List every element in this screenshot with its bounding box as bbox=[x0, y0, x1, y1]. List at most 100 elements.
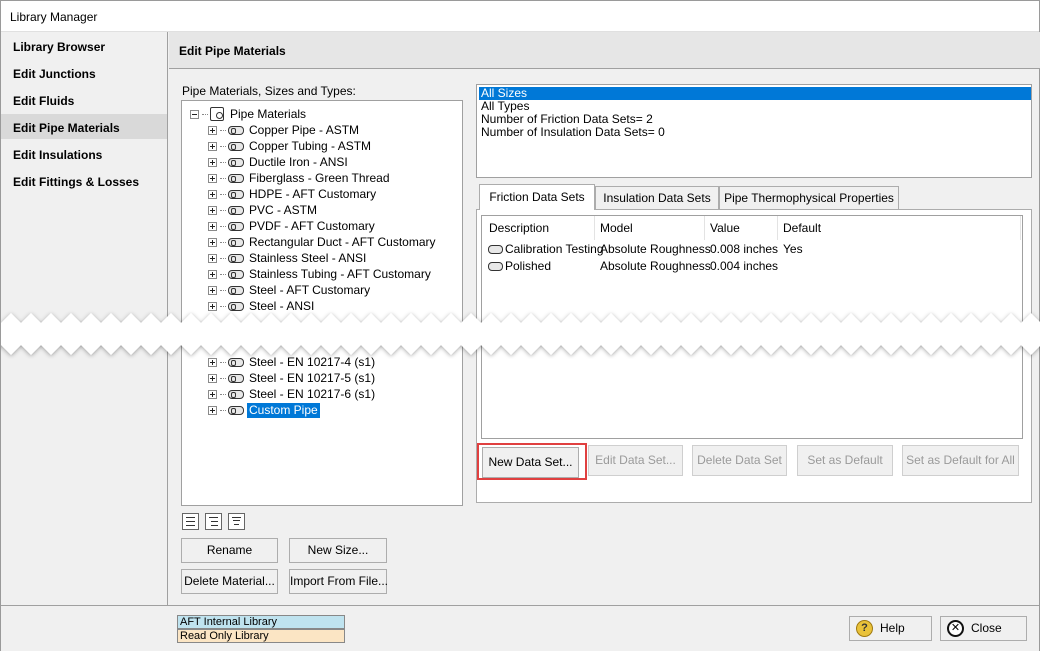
tree-item[interactable]: Steel - ANSI bbox=[208, 298, 316, 314]
row-model: Absolute Roughness bbox=[600, 259, 711, 273]
pipe-icon bbox=[228, 389, 244, 399]
sidebar-item-label: Edit Fluids bbox=[13, 94, 75, 108]
tree-item[interactable]: PVDF - AFT Customary bbox=[208, 218, 377, 234]
sidebar-item-label: Edit Insulations bbox=[13, 148, 103, 162]
sidebar-item-edit-fluids[interactable]: Edit Fluids bbox=[1, 87, 167, 112]
expand-icon[interactable] bbox=[208, 157, 217, 167]
pipe-icon bbox=[228, 205, 244, 215]
tree-item[interactable]: Steel - EN 10217-6 (s1) bbox=[208, 386, 377, 402]
expand-icon[interactable] bbox=[208, 237, 217, 247]
close-icon: ✕ bbox=[947, 620, 964, 637]
column-header-default[interactable]: Default bbox=[783, 221, 821, 235]
expand-icon[interactable] bbox=[208, 221, 217, 231]
cell-text: Polished bbox=[505, 259, 552, 273]
help-button[interactable]: ? Help bbox=[849, 616, 932, 641]
expand-icon[interactable] bbox=[208, 173, 217, 183]
new-data-set-button[interactable]: New Data Set... bbox=[482, 447, 579, 478]
column-header-value[interactable]: Value bbox=[710, 221, 740, 235]
tab-pipe-thermophysical-properties[interactable]: Pipe Thermophysical Properties bbox=[719, 186, 899, 209]
expand-icon[interactable] bbox=[208, 205, 217, 215]
tree-item[interactable]: Custom Pipe bbox=[208, 402, 320, 418]
pipe-icon bbox=[228, 173, 244, 183]
selection-info-list[interactable]: All Sizes All Types Number of Friction D… bbox=[476, 84, 1032, 178]
expand-icon[interactable] bbox=[208, 269, 217, 279]
tree-item[interactable]: Ductile Iron - ANSI bbox=[208, 154, 350, 170]
tree-item[interactable]: Steel - EN 10217-4 (s1) bbox=[208, 354, 377, 370]
set-as-default-button[interactable]: Set as Default bbox=[797, 445, 893, 476]
tree-item[interactable]: Stainless Tubing - AFT Customary bbox=[208, 266, 433, 282]
footer: AFT Internal Library Read Only Library ?… bbox=[1, 605, 1039, 651]
column-divider bbox=[1020, 216, 1021, 240]
expand-icon[interactable] bbox=[208, 357, 217, 367]
pipe-materials-tree[interactable]: Pipe Materials Copper Pipe - ASTM Copper … bbox=[181, 100, 463, 506]
info-line[interactable]: All Sizes bbox=[479, 87, 1031, 100]
tree-item-label: PVC - ASTM bbox=[249, 202, 318, 217]
tree-filter-icon[interactable] bbox=[228, 513, 245, 530]
collapse-icon[interactable] bbox=[190, 109, 199, 119]
collapse-all-icon[interactable] bbox=[205, 513, 222, 530]
expand-icon[interactable] bbox=[208, 253, 217, 263]
tree-item[interactable]: PVC - ASTM bbox=[208, 202, 319, 218]
sidebar-item-label: Edit Fittings & Losses bbox=[13, 175, 140, 189]
sidebar-item-library-browser[interactable]: Library Browser bbox=[1, 33, 167, 58]
tree-item-label: Steel - EN 10217-6 (s1) bbox=[249, 386, 376, 401]
tree-connector bbox=[220, 209, 226, 211]
tree-item-label: Copper Tubing - ASTM bbox=[249, 138, 372, 153]
expand-icon[interactable] bbox=[208, 373, 217, 383]
column-header-description[interactable]: Description bbox=[489, 221, 549, 235]
sidebar-item-edit-fittings-losses[interactable]: Edit Fittings & Losses bbox=[1, 168, 167, 193]
pipe-icon bbox=[488, 262, 503, 271]
row-model: Absolute Roughness bbox=[600, 242, 711, 256]
tree-item-label: HDPE - AFT Customary bbox=[249, 186, 377, 201]
tab-friction-data-sets[interactable]: Friction Data Sets bbox=[479, 184, 595, 210]
sidebar-item-edit-junctions[interactable]: Edit Junctions bbox=[1, 60, 167, 85]
tree-root[interactable]: Pipe Materials bbox=[190, 106, 308, 122]
library-icon bbox=[210, 107, 224, 121]
tab-insulation-data-sets[interactable]: Insulation Data Sets bbox=[595, 186, 719, 209]
tree-connector bbox=[220, 273, 226, 275]
tree-item[interactable]: Steel - AFT Customary bbox=[208, 282, 372, 298]
edit-data-set-button[interactable]: Edit Data Set... bbox=[588, 445, 683, 476]
sidebar-item-label: Edit Pipe Materials bbox=[13, 121, 120, 135]
legend-read-only-library: Read Only Library bbox=[177, 629, 345, 643]
expand-all-icon[interactable] bbox=[182, 513, 199, 530]
tree-item[interactable]: HDPE - AFT Customary bbox=[208, 186, 378, 202]
expand-icon[interactable] bbox=[208, 189, 217, 199]
tree-item[interactable]: Copper Pipe - ASTM bbox=[208, 122, 361, 138]
cell-text: Calibration Testing bbox=[505, 242, 604, 256]
tree-connector bbox=[220, 129, 226, 131]
help-label: Help bbox=[880, 621, 905, 635]
pipe-icon bbox=[228, 405, 244, 415]
delete-data-set-button[interactable]: Delete Data Set bbox=[692, 445, 787, 476]
tree-item[interactable]: Steel - EN 10217-5 (s1) bbox=[208, 370, 377, 386]
tree-connector bbox=[220, 361, 226, 363]
panel-header: Edit Pipe Materials bbox=[169, 32, 1040, 69]
expand-icon[interactable] bbox=[208, 389, 217, 399]
pipe-icon bbox=[228, 253, 244, 263]
expand-icon[interactable] bbox=[208, 125, 217, 135]
set-as-default-for-all-button[interactable]: Set as Default for All bbox=[902, 445, 1019, 476]
tree-item-label: Steel - AFT Customary bbox=[249, 282, 371, 297]
close-button[interactable]: ✕ Close bbox=[940, 616, 1027, 641]
tree-label: Pipe Materials, Sizes and Types: bbox=[182, 84, 356, 98]
column-header-model[interactable]: Model bbox=[600, 221, 633, 235]
import-from-file-button[interactable]: Import From File... bbox=[289, 569, 388, 594]
tree-item[interactable]: Fiberglass - Green Thread bbox=[208, 170, 392, 186]
new-size-button[interactable]: New Size... bbox=[289, 538, 387, 563]
rename-button[interactable]: Rename bbox=[181, 538, 278, 563]
pipe-icon bbox=[228, 269, 244, 279]
sidebar-item-edit-insulations[interactable]: Edit Insulations bbox=[1, 141, 167, 166]
expand-icon[interactable] bbox=[208, 285, 217, 295]
panel-title: Edit Pipe Materials bbox=[179, 44, 286, 58]
tree-item[interactable]: Stainless Steel - ANSI bbox=[208, 250, 368, 266]
sidebar-item-edit-pipe-materials[interactable]: Edit Pipe Materials bbox=[1, 114, 167, 139]
delete-material-button[interactable]: Delete Material... bbox=[181, 569, 278, 594]
tree-item[interactable]: Rectangular Duct - AFT Customary bbox=[208, 234, 438, 250]
expand-icon[interactable] bbox=[208, 301, 217, 311]
expand-icon[interactable] bbox=[208, 141, 217, 151]
pipe-icon bbox=[228, 141, 244, 151]
legend-internal-library: AFT Internal Library bbox=[177, 615, 345, 629]
friction-data-grid[interactable]: Description Model Value Default Calibrat… bbox=[481, 215, 1023, 439]
tree-item[interactable]: Copper Tubing - ASTM bbox=[208, 138, 373, 154]
expand-icon[interactable] bbox=[208, 405, 217, 415]
